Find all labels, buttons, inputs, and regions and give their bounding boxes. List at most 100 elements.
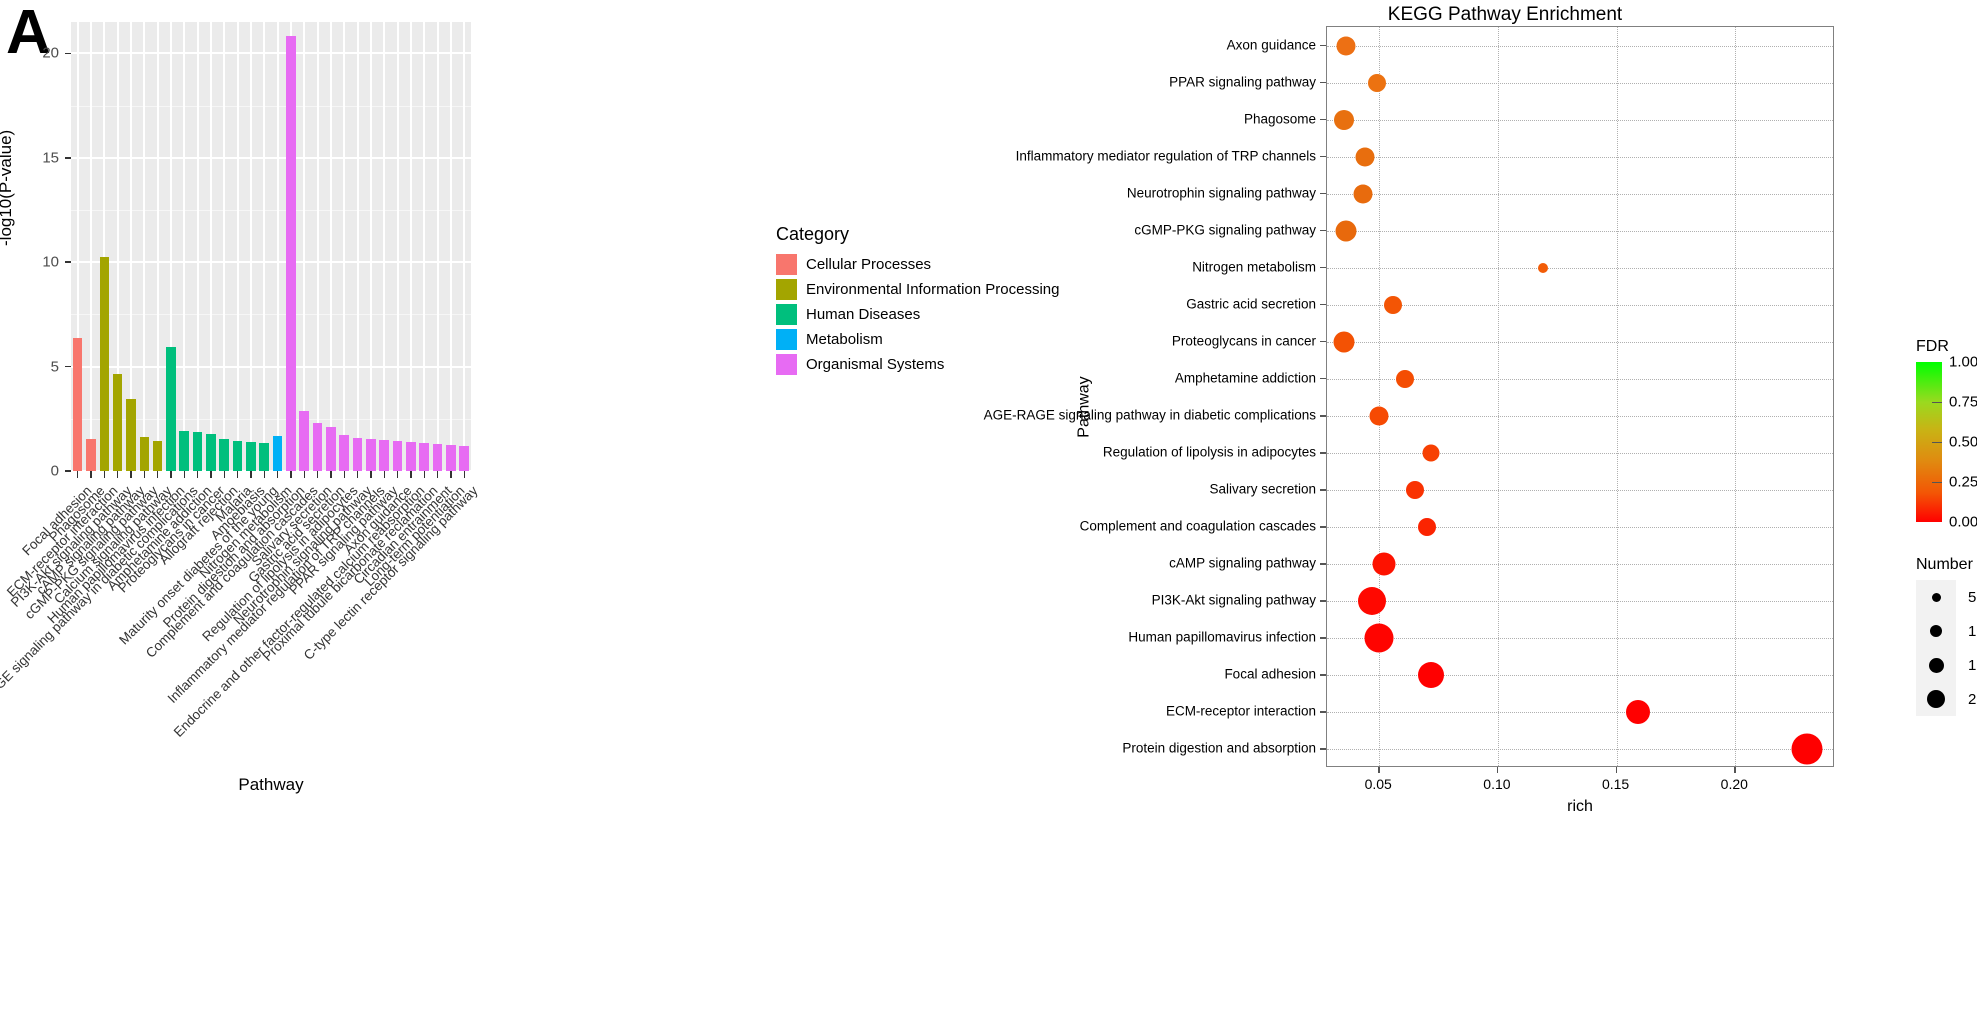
size-legend-item[interactable]: 20	[1916, 682, 1977, 716]
bar[interactable]	[139, 437, 150, 471]
bar[interactable]	[406, 441, 416, 471]
bar-slot	[378, 22, 391, 471]
panel-b-number-legend-items: 5 10 15 20	[1916, 580, 1977, 716]
x-tick-label: 0.15	[1601, 776, 1630, 792]
bar-slot	[111, 22, 124, 471]
x-tick-mark	[316, 471, 319, 478]
x-tick-mark	[223, 471, 226, 478]
bar-slot	[364, 22, 377, 471]
x-tick-mark	[436, 471, 439, 478]
y-tick-label: Neurotrophin signaling pathway	[1126, 185, 1316, 201]
x-tick-mark	[276, 471, 279, 478]
bar[interactable]	[232, 440, 243, 471]
scatter-point[interactable]	[1335, 220, 1357, 242]
bar[interactable]	[166, 346, 176, 471]
y-tick-label: Human papillomavirus infection	[1128, 629, 1316, 645]
bar-slot	[431, 22, 444, 471]
scatter-point[interactable]	[1355, 147, 1375, 167]
scatter-point[interactable]	[1369, 406, 1389, 426]
x-tick-mark	[143, 471, 146, 478]
scatter-point[interactable]	[1364, 623, 1394, 653]
y-tick-label: PPAR signaling pathway	[1169, 74, 1316, 90]
scatter-point[interactable]	[1384, 295, 1403, 314]
bar[interactable]	[86, 438, 96, 471]
panel-a-y-axis-label: -log10(P-value)	[0, 129, 15, 246]
scatter-point[interactable]	[1372, 552, 1396, 576]
bar[interactable]	[152, 441, 163, 471]
x-tick-mark	[396, 471, 399, 478]
bar[interactable]	[206, 433, 216, 471]
bar[interactable]	[99, 256, 110, 471]
scatter-point[interactable]	[1333, 109, 1354, 130]
gridline-horizontal	[1327, 564, 1833, 566]
scatter-point[interactable]	[1396, 369, 1415, 388]
scatter-point[interactable]	[1405, 481, 1424, 500]
scatter-point[interactable]	[1791, 733, 1822, 765]
bar-slot	[351, 22, 364, 471]
y-tick-label: Salivary secretion	[1209, 481, 1316, 497]
x-tick-mark	[156, 471, 159, 478]
bar[interactable]	[112, 373, 123, 471]
x-tick-mark	[450, 471, 452, 478]
bar-slot	[271, 22, 284, 471]
scatter-point[interactable]	[1353, 184, 1373, 204]
bar[interactable]	[286, 35, 296, 471]
panel-a-x-axis-ticks: Focal adhesion Phagosome ECM-receptor inte…	[0, 471, 481, 771]
size-legend-item[interactable]: 5	[1916, 580, 1977, 614]
scatter-point[interactable]	[1333, 331, 1355, 353]
scatter-point[interactable]	[1358, 587, 1387, 616]
bar[interactable]	[312, 422, 323, 471]
bar[interactable]	[446, 444, 456, 471]
legend-item-label: Cellular Processes	[806, 256, 932, 273]
scatter-point[interactable]	[1538, 262, 1549, 273]
bar-slot	[404, 22, 417, 471]
bar[interactable]	[419, 442, 429, 471]
bar[interactable]	[432, 443, 443, 471]
legend-item-label: Human Diseases	[806, 306, 921, 323]
bar[interactable]	[326, 426, 336, 471]
bar[interactable]	[272, 435, 283, 471]
bar[interactable]	[366, 439, 376, 471]
legend-item-label: Metabolism	[806, 331, 883, 348]
bar[interactable]	[246, 442, 256, 471]
bar[interactable]	[379, 440, 389, 471]
bar[interactable]	[392, 440, 403, 471]
gridline-horizontal	[1327, 156, 1833, 158]
scatter-point[interactable]	[1417, 518, 1436, 537]
panel-b-number-legend-title: Number	[1916, 556, 1973, 573]
scatter-point[interactable]	[1418, 662, 1445, 689]
y-tick-label: Nitrogen metabolism	[1192, 259, 1316, 275]
size-legend-item[interactable]: 10	[1916, 614, 1977, 648]
bar[interactable]	[219, 439, 230, 471]
bar[interactable]	[259, 443, 270, 471]
fdr-tick-label: 0.50	[1949, 433, 1977, 451]
y-tick-mark	[1320, 81, 1326, 84]
scatter-point[interactable]	[1422, 444, 1440, 462]
bar[interactable]	[299, 411, 310, 471]
y-tick-mark	[1320, 711, 1326, 713]
bar[interactable]	[339, 435, 350, 471]
x-tick-mark	[343, 471, 346, 478]
bar-slot	[124, 22, 137, 471]
bar[interactable]	[72, 338, 83, 471]
size-legend-label: 20	[1968, 690, 1977, 708]
bar[interactable]	[126, 398, 136, 471]
x-tick-mark	[1496, 767, 1499, 773]
scatter-point[interactable]	[1336, 36, 1356, 56]
scatter-point[interactable]	[1367, 73, 1386, 92]
bar[interactable]	[192, 431, 203, 471]
x-tick-mark	[370, 471, 372, 478]
bar-slot	[231, 22, 244, 471]
size-legend-item[interactable]: 15	[1916, 648, 1977, 682]
y-tick-mark	[1320, 266, 1326, 269]
x-tick-label: 0.05	[1364, 776, 1392, 792]
legend-color-swatch	[776, 254, 797, 275]
bar[interactable]	[459, 445, 469, 471]
bar[interactable]	[179, 430, 190, 471]
size-legend-key	[1916, 614, 1956, 648]
x-tick-label: 0.20	[1720, 776, 1748, 792]
gridline-vertical	[1616, 27, 1618, 766]
panel-b-number-legend: Number 5 10 15 20	[1916, 556, 1977, 716]
scatter-point[interactable]	[1625, 700, 1650, 725]
bar[interactable]	[352, 438, 363, 471]
